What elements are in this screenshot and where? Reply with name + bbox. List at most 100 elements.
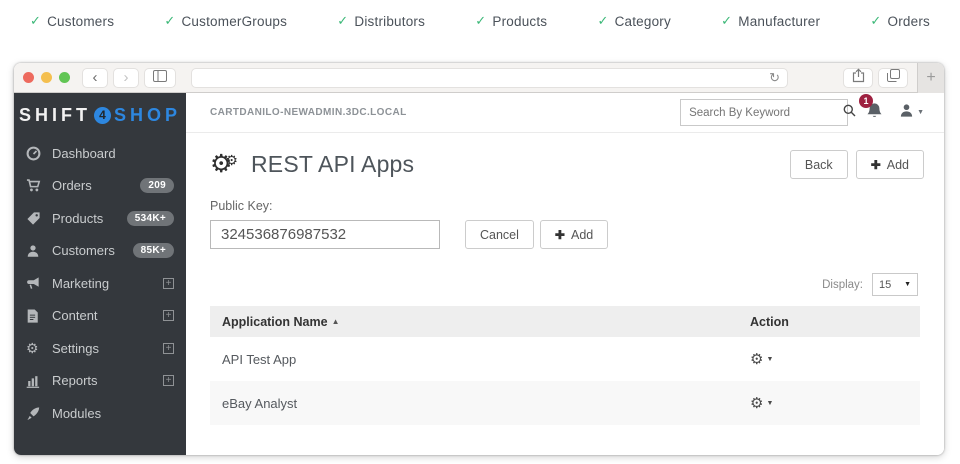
browser-chrome: ‹ › ↻ +	[14, 63, 944, 93]
products-count-badge: 534K+	[127, 211, 174, 226]
back-button[interactable]: Back	[790, 150, 848, 179]
column-header-action: Action	[750, 315, 920, 329]
chevron-down-icon: ▼	[766, 356, 773, 363]
sidebar-item-reports[interactable]: Reports +	[14, 365, 186, 398]
new-tab-button[interactable]: +	[917, 63, 944, 93]
display-label: Display:	[822, 279, 863, 291]
user-menu-button[interactable]: ▼	[899, 103, 924, 123]
strip-label: Distributors	[354, 14, 425, 29]
expand-icon[interactable]: +	[163, 278, 174, 289]
sidebar-item-label: Settings	[52, 341, 99, 356]
sidebar-item-settings[interactable]: ⚙ Settings +	[14, 332, 186, 365]
plus-icon: +	[926, 69, 935, 87]
row-action-menu-button[interactable]: ⚙ ▼	[750, 396, 920, 411]
check-icon: ✓	[164, 13, 175, 29]
expand-icon[interactable]: +	[163, 375, 174, 386]
check-icon: ✓	[870, 13, 881, 29]
tabs-icon	[887, 69, 900, 87]
notifications-button[interactable]: 1	[866, 102, 883, 124]
sort-ascending-icon: ▲	[332, 317, 340, 326]
bell-icon	[866, 106, 883, 123]
zoom-window-button[interactable]	[59, 72, 70, 83]
document-icon	[26, 309, 52, 323]
logo-text-shop: SHOP	[114, 105, 181, 126]
strip-label: Category	[615, 14, 671, 29]
bar-chart-icon	[26, 374, 52, 388]
tabs-overview-button[interactable]	[878, 68, 908, 88]
plus-icon: ✚	[555, 228, 565, 242]
strip-item-category: ✓ Category	[597, 13, 670, 29]
rocket-icon	[26, 406, 52, 421]
strip-item-customers: ✓ Customers	[30, 13, 114, 29]
strip-item-distributors: ✓ Distributors	[337, 13, 425, 29]
shift4shop-logo[interactable]: SHIFT 4 SHOP	[14, 93, 186, 137]
strip-item-customergroups: ✓ CustomerGroups	[164, 13, 287, 29]
public-key-input[interactable]	[210, 220, 440, 249]
gear-icon: ⚙	[750, 396, 763, 411]
megaphone-icon	[26, 276, 52, 291]
sidebar-item-label: Modules	[52, 406, 101, 421]
main-content: CARTDANILO-NEWADMIN.3DC.LOCAL 1	[186, 93, 944, 455]
column-header-label: Application Name	[222, 315, 328, 329]
admin-topbar: CARTDANILO-NEWADMIN.3DC.LOCAL 1	[186, 93, 944, 133]
list-controls: Display: 15 ▼	[186, 249, 944, 306]
back-button-label: Back	[805, 158, 833, 172]
sidebar-item-modules[interactable]: Modules	[14, 397, 186, 430]
keyword-search-box[interactable]	[680, 99, 848, 126]
sidebar-item-dashboard[interactable]: Dashboard	[14, 137, 186, 170]
person-icon	[26, 244, 52, 258]
api-apps-table: Application Name ▲ Action API Test App ⚙…	[210, 306, 920, 425]
strip-label: Customers	[47, 14, 114, 29]
cancel-button-label: Cancel	[480, 228, 519, 242]
customers-count-badge: 85K+	[133, 243, 174, 258]
add-button-label: Add	[887, 158, 909, 172]
window-controls	[23, 72, 70, 83]
table-row: API Test App ⚙ ▼	[210, 337, 920, 381]
verification-strip: ✓ Customers ✓ CustomerGroups ✓ Distribut…	[0, 0, 960, 42]
header-add-button[interactable]: ✚ Add	[856, 150, 924, 179]
sidebar-item-orders[interactable]: Orders 209	[14, 170, 186, 203]
browser-forward-button[interactable]: ›	[113, 68, 139, 88]
chevron-down-icon: ▼	[904, 281, 911, 288]
strip-label: Orders	[888, 14, 930, 29]
check-icon: ✓	[337, 13, 348, 29]
table-header-row: Application Name ▲ Action	[210, 306, 920, 337]
sidebar-toggle-icon	[153, 69, 167, 87]
url-input[interactable]	[199, 72, 769, 84]
expand-icon[interactable]: +	[163, 343, 174, 354]
add-button-label: Add	[571, 228, 593, 242]
dashboard-icon	[26, 146, 52, 161]
sidebar-toggle-button[interactable]	[144, 68, 176, 88]
url-bar[interactable]: ↻	[191, 68, 788, 88]
strip-label: CustomerGroups	[181, 14, 287, 29]
close-window-button[interactable]	[23, 72, 34, 83]
column-header-application-name[interactable]: Application Name ▲	[210, 315, 750, 329]
plus-icon: ✚	[871, 158, 881, 172]
check-icon: ✓	[721, 13, 732, 29]
user-icon	[899, 103, 914, 123]
notification-count-badge: 1	[859, 94, 873, 108]
form-add-button[interactable]: ✚ Add	[540, 220, 608, 249]
row-action-menu-button[interactable]: ⚙ ▼	[750, 352, 920, 367]
share-button[interactable]	[843, 68, 873, 88]
sidebar-item-content[interactable]: Content +	[14, 300, 186, 333]
chevron-down-icon: ▼	[917, 109, 924, 116]
strip-label: Products	[492, 14, 547, 29]
browser-back-button[interactable]: ‹	[82, 68, 108, 88]
sidebar-item-marketing[interactable]: Marketing +	[14, 267, 186, 300]
refresh-icon[interactable]: ↻	[769, 70, 780, 86]
sidebar-item-label: Content	[52, 308, 98, 323]
sidebar-item-label: Customers	[52, 243, 115, 258]
expand-icon[interactable]: +	[163, 310, 174, 321]
cancel-button[interactable]: Cancel	[465, 220, 534, 249]
display-count-select[interactable]: 15 ▼	[872, 273, 918, 296]
sidebar-item-customers[interactable]: Customers 85K+	[14, 235, 186, 268]
search-input[interactable]	[689, 107, 843, 119]
search-icon[interactable]	[843, 104, 856, 122]
public-key-label: Public Key:	[210, 199, 920, 213]
strip-item-manufacturer: ✓ Manufacturer	[721, 13, 820, 29]
sidebar-item-products[interactable]: Products 534K+	[14, 202, 186, 235]
page-title: REST API Apps	[251, 151, 414, 178]
minimize-window-button[interactable]	[41, 72, 52, 83]
strip-label: Manufacturer	[738, 14, 820, 29]
